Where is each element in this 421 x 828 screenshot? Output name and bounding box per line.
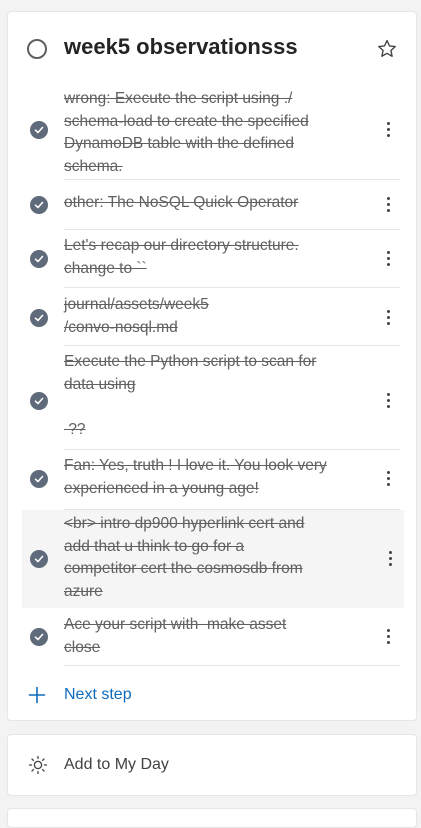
- checkmark-icon[interactable]: [30, 392, 48, 410]
- step-text[interactable]: other: The NoSQL Quick Operator: [64, 192, 372, 215]
- next-section-panel: [7, 808, 417, 828]
- step-text[interactable]: Execute the Python script to scan for da…: [64, 351, 372, 441]
- step-item[interactable]: other: The NoSQL Quick Operator: [8, 180, 416, 230]
- step-text[interactable]: Let's recap our directory structure. cha…: [64, 235, 372, 280]
- checkmark-icon[interactable]: [30, 309, 48, 327]
- step-text[interactable]: <br> intro dp900 hyperlink cert and add …: [64, 513, 374, 603]
- more-options-icon[interactable]: [386, 122, 392, 140]
- checkmark-icon[interactable]: [30, 470, 48, 488]
- step-item[interactable]: wrong: Execute the script using ./ schem…: [8, 84, 416, 180]
- next-step-label: Next step: [64, 686, 132, 703]
- add-to-my-day-panel: Add to My Day: [7, 734, 417, 796]
- step-item[interactable]: journal/assets/week5 /convo-nosql.md: [8, 288, 416, 346]
- step-item[interactable]: Ace your script with make asset close: [8, 608, 416, 666]
- step-item[interactable]: Let's recap our directory structure. cha…: [8, 230, 416, 288]
- step-divider: [64, 665, 400, 666]
- more-options-icon[interactable]: [386, 471, 392, 489]
- more-options-icon[interactable]: [388, 551, 394, 569]
- next-step-button[interactable]: Next step: [28, 683, 132, 707]
- checkmark-icon[interactable]: [30, 550, 48, 568]
- task-title-row: week5 observationsss: [8, 12, 416, 82]
- task-title[interactable]: week5 observationsss: [64, 34, 298, 60]
- step-item[interactable]: Fan: Yes, truth ! I love it. You look ve…: [8, 450, 416, 510]
- more-options-icon[interactable]: [386, 393, 392, 411]
- add-to-my-day-button[interactable]: Add to My Day: [28, 755, 169, 775]
- more-options-icon[interactable]: [386, 197, 392, 215]
- task-detail-panel: week5 observationsss wrong: Execute the …: [7, 11, 417, 721]
- checkmark-icon[interactable]: [30, 196, 48, 214]
- complete-task-toggle[interactable]: [27, 39, 47, 59]
- step-text[interactable]: wrong: Execute the script using ./ schem…: [64, 88, 372, 178]
- step-text[interactable]: Fan: Yes, truth ! I love it. You look ve…: [64, 455, 372, 500]
- step-text[interactable]: journal/assets/week5 /convo-nosql.md: [64, 294, 372, 339]
- step-text[interactable]: Ace your script with make asset close: [64, 614, 372, 659]
- checkmark-icon[interactable]: [30, 121, 48, 139]
- more-options-icon[interactable]: [386, 310, 392, 328]
- step-item[interactable]: <br> intro dp900 hyperlink cert and add …: [22, 510, 404, 608]
- star-icon[interactable]: [376, 38, 398, 60]
- checkmark-icon[interactable]: [30, 250, 48, 268]
- plus-icon: [28, 686, 46, 704]
- sun-icon: [28, 755, 48, 775]
- checkmark-icon[interactable]: [30, 628, 48, 646]
- more-options-icon[interactable]: [386, 251, 392, 269]
- steps-list: wrong: Execute the script using ./ schem…: [8, 84, 416, 666]
- more-options-icon[interactable]: [386, 629, 392, 647]
- add-to-my-day-label: Add to My Day: [64, 756, 169, 773]
- step-item[interactable]: Execute the Python script to scan for da…: [8, 346, 416, 450]
